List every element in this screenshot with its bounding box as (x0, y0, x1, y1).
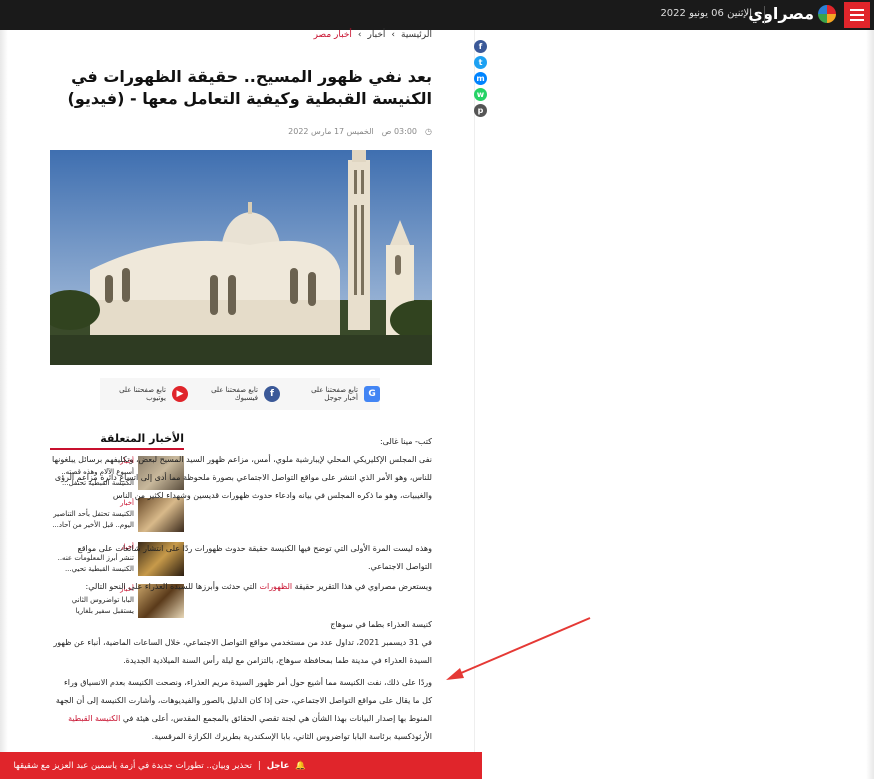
breaking-news-ticker[interactable]: 🔔 عاجل | تحذير وبيان.. تطورات جديدة في أ… (0, 752, 482, 779)
article-author: كتب- مينا غالى: (379, 437, 432, 446)
article-time: 03:00 ص (381, 127, 418, 136)
article-paragraph: ويستعرض مصراوي في هذا التقرير حقيقة الظه… (85, 582, 433, 591)
menu-button[interactable] (844, 2, 870, 28)
bell-icon: 🔔 (295, 760, 306, 771)
breadcrumb-home[interactable]: الرئيسية (401, 30, 432, 40)
hamburger-icon (850, 9, 864, 11)
article-paragraph: في 31 ديسمبر 2021، تداول عدد من مستخدمي … (53, 638, 432, 665)
share-bar: f t m w p (471, 40, 491, 117)
site-logo[interactable]: مصراوي (748, 4, 836, 23)
article-title: بعد نفي ظهور المسيح.. حقيقة الظهورات في … (67, 67, 432, 108)
article-meta: ◷ 03:00 ص الخميس 17 مارس 2022 (288, 127, 432, 136)
youtube-icon: ▶ (172, 386, 188, 402)
article-subhead: كنيسة العذراء بطما في سوهاج (330, 620, 432, 629)
article-paragraph: وردًا على ذلك، نفت الكنيسة مما أشيع حول … (55, 678, 432, 741)
follow-google-news[interactable]: G تابع صفحتنا على أخبار جوجل (310, 378, 380, 410)
clock-icon: ◷ (425, 127, 432, 136)
annotation-arrow (446, 617, 591, 680)
chevron-left-icon: › (357, 30, 362, 40)
follow-facebook[interactable]: f تابع صفحتنا على فيسبوك (208, 378, 280, 410)
cathedral-image (50, 150, 432, 365)
article-date: الخميس 17 مارس 2022 (288, 127, 374, 136)
whatsapp-icon[interactable]: w (474, 88, 487, 101)
breadcrumb-current[interactable]: أخبار مصر (314, 30, 352, 40)
tag-link[interactable]: الظهورات (259, 582, 292, 591)
ticker-text: تحذير وبيان.. تطورات جديدة في أزمة ياسمي… (13, 760, 252, 771)
print-icon[interactable]: p (474, 104, 487, 117)
top-bar: مصراوي الإثنين 06 يونيو 2022 (0, 0, 874, 30)
facebook-icon: f (264, 386, 280, 402)
follow-youtube[interactable]: ▶ تابع صفحتنا على يوتيوب (116, 378, 188, 410)
article-paragraph: وهذه ليست المرة الأولى التي توضح فيها ال… (77, 544, 432, 571)
tag-link[interactable]: الكنيسة القبطية (68, 714, 120, 723)
twitter-icon[interactable]: t (474, 56, 487, 69)
header-date: الإثنين 06 يونيو 2022 (660, 8, 752, 19)
ticker-label: عاجل (266, 760, 290, 771)
breadcrumb: الرئيسية › أخبار › أخبار مصر (314, 30, 432, 40)
facebook-icon[interactable]: f (474, 40, 487, 53)
article-paragraph: نفى المجلس الإكليريكي المحلي لإيبارشية م… (52, 455, 432, 500)
messenger-icon[interactable]: m (474, 72, 487, 85)
breadcrumb-news[interactable]: أخبار (368, 30, 386, 40)
hero-image (50, 150, 432, 365)
logo-icon (818, 4, 836, 23)
chevron-left-icon: › (391, 30, 395, 40)
google-news-icon: G (364, 386, 380, 402)
